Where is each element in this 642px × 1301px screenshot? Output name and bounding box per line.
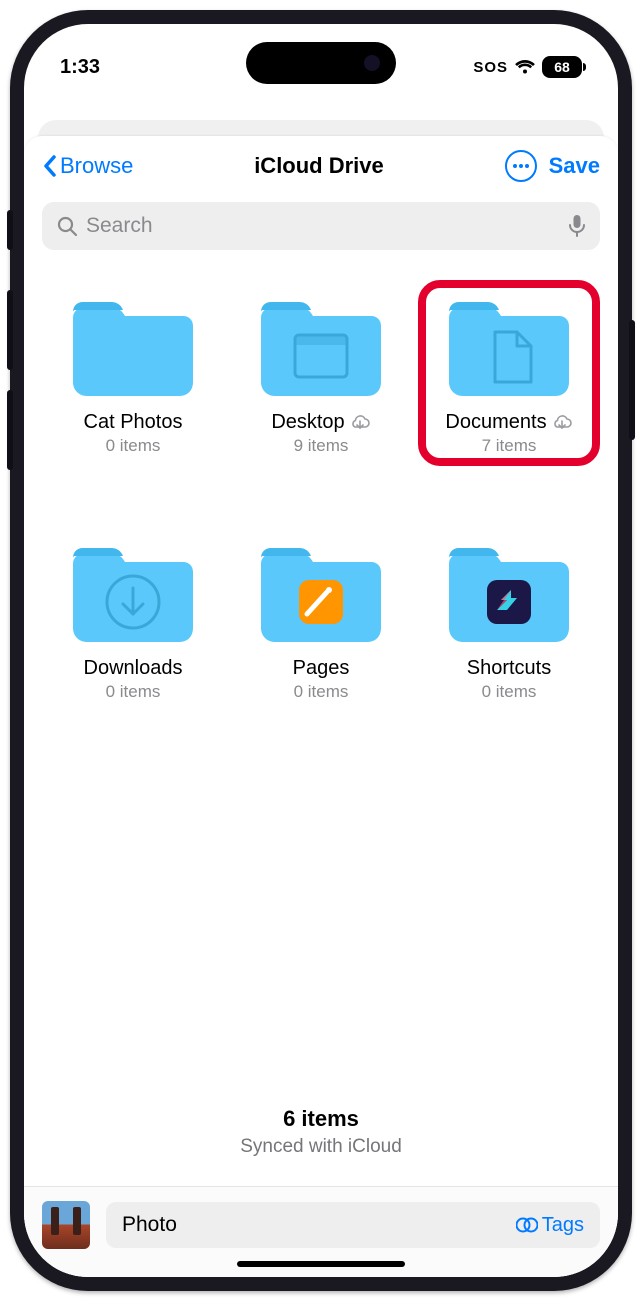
file-thumbnail[interactable] (42, 1201, 90, 1249)
folder-name: Pages (293, 656, 350, 680)
nav-title: iCloud Drive (254, 153, 384, 179)
folder-pages[interactable]: Pages 0 items (234, 536, 408, 702)
summary-count: 6 items (24, 1106, 618, 1132)
folder-documents[interactable]: Documents 7 items (422, 290, 596, 456)
mute-switch (7, 210, 13, 250)
search-input[interactable] (86, 214, 560, 238)
screen: 1:33 SOS 68 Browse (24, 24, 618, 1277)
status-sos: SOS (473, 59, 508, 76)
folder-icon (251, 290, 391, 402)
folder-icon (439, 536, 579, 648)
folder-subtitle: 9 items (294, 436, 349, 456)
folder-subtitle: 0 items (482, 682, 537, 702)
back-button[interactable]: Browse (42, 153, 133, 179)
cloud-download-icon (349, 413, 371, 431)
battery-indicator: 68 (542, 56, 582, 78)
phone-frame: 1:33 SOS 68 Browse (10, 10, 632, 1291)
home-indicator[interactable] (237, 1261, 405, 1267)
back-label: Browse (60, 153, 133, 179)
folder-icon (63, 536, 203, 648)
status-time: 1:33 (60, 56, 100, 79)
folder-name: Shortcuts (467, 656, 551, 680)
save-button[interactable]: Save (549, 153, 600, 179)
tags-label: Tags (542, 1214, 584, 1237)
summary: 6 items Synced with iCloud (24, 1082, 618, 1186)
power-button (629, 320, 635, 440)
cloud-download-icon (551, 413, 573, 431)
tags-button[interactable]: Tags (516, 1214, 584, 1237)
mic-icon[interactable] (568, 214, 586, 238)
search-icon (56, 215, 78, 237)
volume-up (7, 290, 13, 370)
folder-grid[interactable]: Cat Photos 0 items Desktop 9 items Docum… (24, 268, 618, 1082)
folder-icon (63, 290, 203, 402)
dynamic-island (246, 42, 396, 84)
folder-icon (251, 536, 391, 648)
folder-subtitle: 0 items (106, 682, 161, 702)
folder-name: Cat Photos (84, 410, 183, 434)
folder-subtitle: 0 items (294, 682, 349, 702)
wifi-icon (514, 59, 536, 75)
folder-icon (439, 290, 579, 402)
summary-sync: Synced with iCloud (24, 1136, 618, 1158)
more-button[interactable] (505, 150, 537, 182)
folder-name: Desktop (271, 410, 344, 434)
folder-subtitle: 0 items (106, 436, 161, 456)
filename-field[interactable]: Photo Tags (106, 1202, 600, 1248)
volume-down (7, 390, 13, 470)
nav-bar: Browse iCloud Drive Save (24, 136, 618, 196)
filename-text: Photo (122, 1213, 177, 1237)
folder-cat-photos[interactable]: Cat Photos 0 items (46, 290, 220, 456)
chevron-left-icon (42, 154, 58, 178)
folder-desktop[interactable]: Desktop 9 items (234, 290, 408, 456)
folder-name: Downloads (84, 656, 183, 680)
folder-downloads[interactable]: Downloads 0 items (46, 536, 220, 702)
folder-name: Documents (445, 410, 546, 434)
folder-shortcuts[interactable]: Shortcuts 0 items (422, 536, 596, 702)
search-field[interactable] (42, 202, 600, 250)
folder-subtitle: 7 items (482, 436, 537, 456)
save-sheet: Browse iCloud Drive Save (24, 136, 618, 1277)
